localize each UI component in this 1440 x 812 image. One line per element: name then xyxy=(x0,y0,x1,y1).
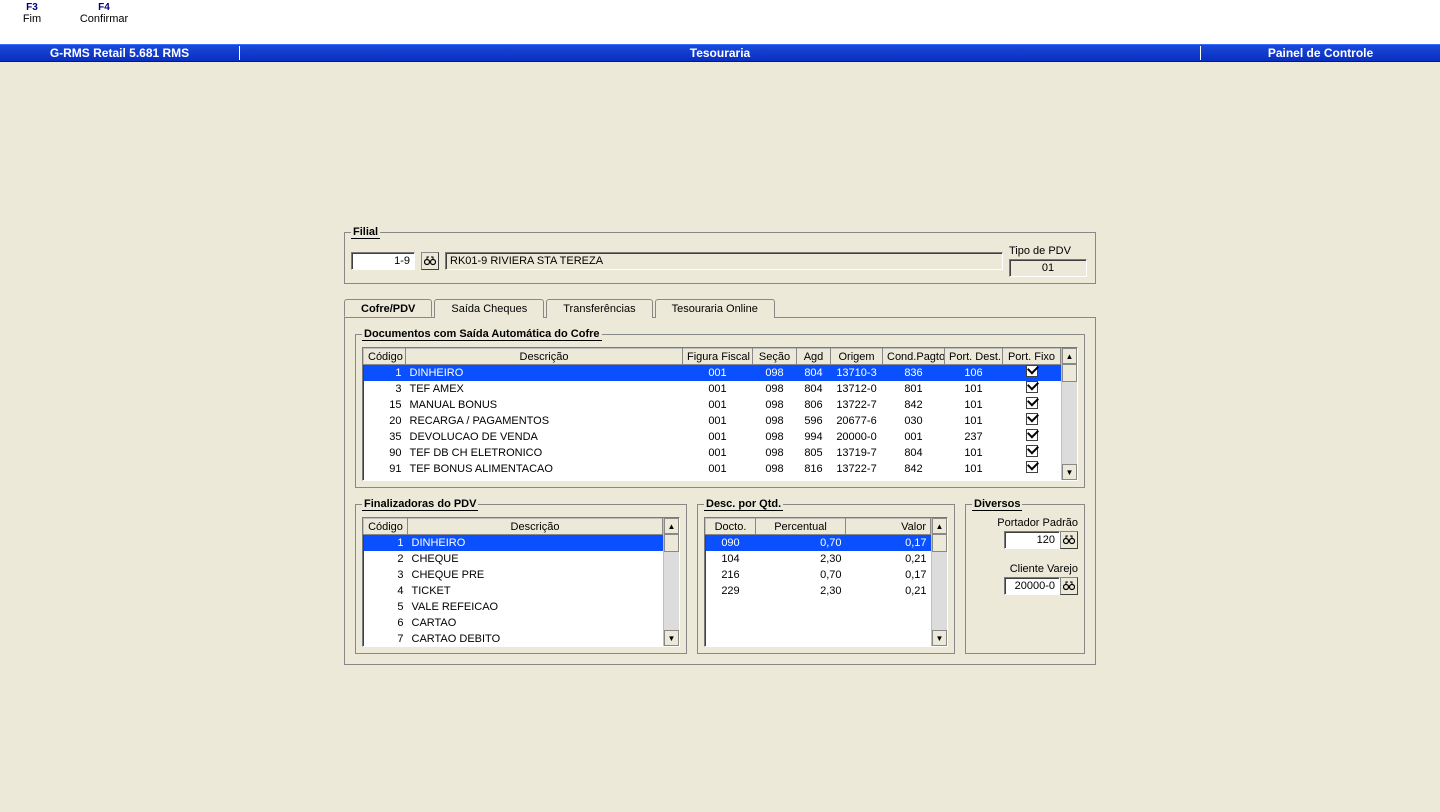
filial-legend: Filial xyxy=(351,226,380,239)
binoculars-icon xyxy=(1063,581,1075,591)
desc-group: Desc. por Qtd. Docto. Percentual Valor xyxy=(697,498,955,654)
diversos-legend: Diversos xyxy=(972,498,1022,511)
portador-padrao-label: Portador Padrão xyxy=(997,517,1078,529)
table-row[interactable]: 1042,300,21 xyxy=(706,551,931,567)
checkbox-icon[interactable] xyxy=(1026,429,1038,441)
tab-cofre-pdv[interactable]: Cofre/PDV xyxy=(344,299,432,317)
tipo-pdv-label: Tipo de PDV xyxy=(1009,245,1089,257)
table-row[interactable]: 6CARTAO xyxy=(364,615,663,631)
binoculars-icon xyxy=(1063,535,1075,545)
table-row[interactable]: 20RECARGA / PAGAMENTOS00109859620677-603… xyxy=(364,413,1061,429)
table-row[interactable]: 3TEF AMEX00109880413712-0801101 xyxy=(364,381,1061,397)
binoculars-icon xyxy=(424,256,436,266)
table-row[interactable]: 7CARTAO DEBITO xyxy=(364,631,663,647)
desc-col-valor[interactable]: Valor xyxy=(846,519,931,535)
table-row[interactable]: 2160,700,17 xyxy=(706,567,931,583)
tab-transferencias[interactable]: Transferências xyxy=(546,299,652,318)
docs-group: Documentos com Saída Automática do Cofre… xyxy=(355,328,1085,488)
filial-name-display: RK01-9 RIVIERA STA TEREZA xyxy=(445,252,1003,270)
tesouraria-dialog: Filial 1-9 RK01-9 RIVIERA STA TEREZA Tip… xyxy=(344,226,1096,665)
toolbar: F3 Fim F4 Confirmar xyxy=(0,0,1440,44)
final-col-desc[interactable]: Descrição xyxy=(408,519,663,535)
filial-code-input[interactable]: 1-9 xyxy=(351,252,415,270)
final-scrollbar[interactable]: ▲ ▼ xyxy=(663,518,679,646)
table-row[interactable]: 1DINHEIRO00109880413710-3836106 xyxy=(364,365,1061,381)
f3-button[interactable]: F3 Fim xyxy=(8,2,56,25)
desc-col-perc[interactable]: Percentual xyxy=(756,519,846,535)
final-legend: Finalizadoras do PDV xyxy=(362,498,478,511)
table-row[interactable]: 35DEVOLUCAO DE VENDA00109899420000-00012… xyxy=(364,429,1061,445)
table-row[interactable]: 4TICKET xyxy=(364,583,663,599)
scroll-up-icon[interactable]: ▲ xyxy=(664,518,679,534)
checkbox-icon[interactable] xyxy=(1026,381,1038,393)
docs-col-figura[interactable]: Figura Fiscal xyxy=(683,349,753,365)
docs-col-desc[interactable]: Descrição xyxy=(406,349,683,365)
table-row[interactable]: 2292,300,21 xyxy=(706,583,931,599)
table-row[interactable]: 0900,700,17 xyxy=(706,535,931,551)
scroll-down-icon[interactable]: ▼ xyxy=(1062,464,1077,480)
module-title: Tesouraria xyxy=(240,46,1200,60)
scroll-up-icon[interactable]: ▲ xyxy=(932,518,947,534)
title-bar: G-RMS Retail 5.681 RMS Tesouraria Painel… xyxy=(0,44,1440,62)
docs-col-agd[interactable]: Agd xyxy=(797,349,831,365)
scroll-down-icon[interactable]: ▼ xyxy=(932,630,947,646)
desc-table[interactable]: Docto. Percentual Valor 0900,700,171042,… xyxy=(705,518,931,599)
tab-control: Cofre/PDV Saída Cheques Transferências T… xyxy=(344,298,1096,665)
table-row[interactable]: 2CHEQUE xyxy=(364,551,663,567)
docs-legend: Documentos com Saída Automática do Cofre xyxy=(362,328,602,341)
desc-legend: Desc. por Qtd. xyxy=(704,498,783,511)
portador-lookup-button[interactable] xyxy=(1060,531,1078,549)
checkbox-icon[interactable] xyxy=(1026,397,1038,409)
docs-col-portdest[interactable]: Port. Dest. xyxy=(945,349,1003,365)
table-row[interactable]: 15MANUAL BONUS00109880613722-7842101 xyxy=(364,397,1061,413)
f3-key: F3 xyxy=(26,2,38,13)
scroll-down-icon[interactable]: ▼ xyxy=(664,630,679,646)
table-row[interactable]: 1DINHEIRO xyxy=(364,535,663,551)
filial-group: Filial 1-9 RK01-9 RIVIERA STA TEREZA Tip… xyxy=(344,226,1096,284)
checkbox-icon[interactable] xyxy=(1026,413,1038,425)
docs-scrollbar[interactable]: ▲ ▼ xyxy=(1061,348,1077,480)
docs-col-codigo[interactable]: Código xyxy=(364,349,406,365)
tab-saida-cheques[interactable]: Saída Cheques xyxy=(434,299,544,318)
final-group: Finalizadoras do PDV Código Descrição 1D xyxy=(355,498,687,654)
filial-lookup-button[interactable] xyxy=(421,252,439,270)
panel-title: Painel de Controle xyxy=(1200,46,1440,60)
docs-col-portfixo[interactable]: Port. Fixo xyxy=(1003,349,1061,365)
tab-tesouraria-online[interactable]: Tesouraria Online xyxy=(655,299,775,318)
app-title: G-RMS Retail 5.681 RMS xyxy=(0,46,240,60)
tipo-pdv-value: 01 xyxy=(1009,259,1087,277)
diversos-group: Diversos Portador Padrão 120 Clien xyxy=(965,498,1085,654)
checkbox-icon[interactable] xyxy=(1026,445,1038,457)
desc-scrollbar[interactable]: ▲ ▼ xyxy=(931,518,947,646)
cliente-varejo-input[interactable]: 20000-0 xyxy=(1004,577,1060,595)
checkbox-icon[interactable] xyxy=(1026,461,1038,473)
docs-col-secao[interactable]: Seção xyxy=(753,349,797,365)
docs-col-origem[interactable]: Origem xyxy=(831,349,883,365)
final-table[interactable]: Código Descrição 1DINHEIRO2CHEQUE3CHEQUE… xyxy=(363,518,663,646)
docs-table[interactable]: Código Descrição Figura Fiscal Seção Agd… xyxy=(363,348,1061,477)
cliente-varejo-label: Cliente Varejo xyxy=(1010,563,1078,575)
checkbox-icon[interactable] xyxy=(1026,365,1038,377)
final-col-codigo[interactable]: Código xyxy=(364,519,408,535)
scroll-up-icon[interactable]: ▲ xyxy=(1062,348,1077,364)
cliente-lookup-button[interactable] xyxy=(1060,577,1078,595)
portador-padrao-input[interactable]: 120 xyxy=(1004,531,1060,549)
f3-label: Fim xyxy=(23,13,41,25)
table-row[interactable]: 3CHEQUE PRE xyxy=(364,567,663,583)
f4-key: F4 xyxy=(98,2,110,13)
f4-label: Confirmar xyxy=(80,13,128,25)
table-row[interactable]: 5VALE REFEICAO xyxy=(364,599,663,615)
desc-col-docto[interactable]: Docto. xyxy=(706,519,756,535)
table-row[interactable]: 90TEF DB CH ELETRONICO00109880513719-780… xyxy=(364,445,1061,461)
table-row[interactable]: 91TEF BONUS ALIMENTACAO00109881613722-78… xyxy=(364,461,1061,477)
docs-col-cond[interactable]: Cond.Pagto xyxy=(883,349,945,365)
f4-button[interactable]: F4 Confirmar xyxy=(80,2,128,25)
